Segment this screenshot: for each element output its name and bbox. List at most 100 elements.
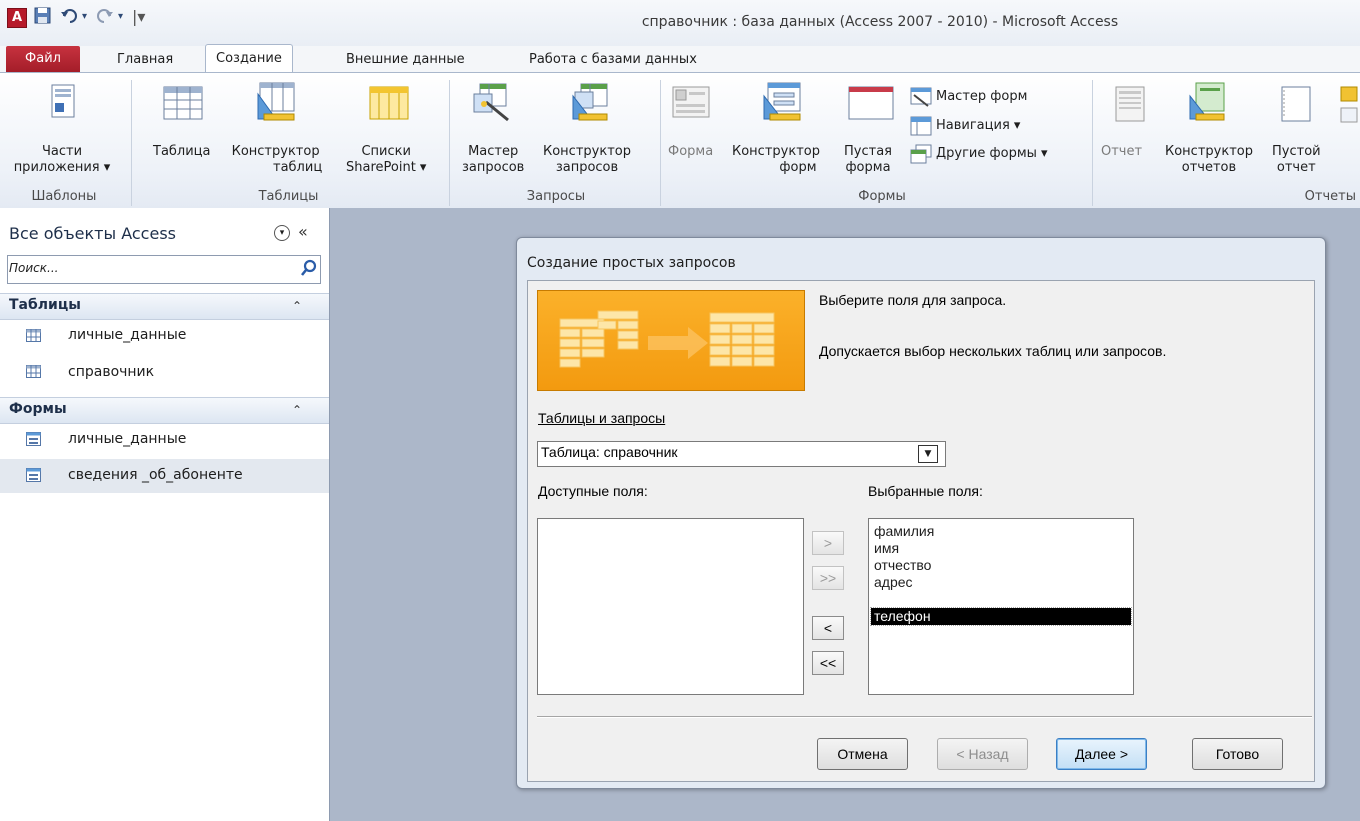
form-designer-icon [762,82,802,126]
app-parts-icon [51,84,77,124]
app-parts-label-2: приложения ▾ [13,160,111,175]
query-designer-label-2: запросов [555,160,619,175]
tab-database-tools[interactable]: Работа с базами данных [519,47,707,72]
table-button[interactable]: Таблица [153,144,211,160]
nav-group-forms-label: Формы [9,401,67,417]
move-all-left-button[interactable]: << [812,651,844,675]
group-label-forms: Формы [858,189,906,204]
available-fields-label: Доступные поля: [538,483,648,499]
finish-button[interactable]: Готово [1192,738,1283,770]
table-designer-label-1: Конструктор [231,144,320,159]
chevron-up-icon[interactable]: ⌃ [292,299,302,313]
selected-field-item[interactable]: имя [871,540,1131,557]
tab-home[interactable]: Главная [107,47,183,72]
query-wizard-label-2: запросов [462,160,525,175]
form-icon [672,86,710,122]
move-one-right-button[interactable]: > [812,531,844,555]
group-separator [131,80,132,206]
tables-queries-value: Таблица: справочник [541,444,678,460]
window-title: справочник : база данных (Access 2007 - … [641,14,1119,30]
blank-report-icon [1281,86,1311,126]
form-button-label: Форма [668,144,714,159]
nav-group-tables-label: Таблицы [9,297,81,313]
navigation-button[interactable]: Навигация ▾ [910,116,1020,136]
chevron-up-icon[interactable]: ⌃ [292,403,302,417]
report-designer-button[interactable]: Конструктор отчетов [1165,144,1253,176]
report-extra-icon[interactable] [1340,86,1358,130]
blank-report-label-1: Пустой [1272,144,1321,159]
instruction-text-2: Допускается выбор нескольких таблиц или … [819,343,1167,359]
search-icon[interactable] [299,258,319,278]
report-designer-label-2: отчетов [1181,160,1237,175]
form-wizard-button[interactable]: Мастер форм [910,87,1027,107]
tables-queries-label: Таблицы и запросы [538,410,666,426]
table-designer-button[interactable]: Конструктор таблиц [229,144,323,176]
table-designer-label-2: таблиц [273,160,323,175]
query-designer-label-1: Конструктор [543,144,631,159]
available-fields-list[interactable] [537,518,804,695]
nav-item-label: справочник [68,364,155,380]
nav-item-table-spravochnik[interactable] [0,356,329,390]
tab-external-data[interactable]: Внешние данные [336,47,475,72]
nav-search-input[interactable] [9,257,289,279]
navigation-label: Навигация ▾ [936,118,1021,133]
selected-field-item[interactable]: фамилия [871,523,1131,540]
group-label-queries: Запросы [526,189,586,204]
nav-item-label: сведения _об_абоненте [68,467,243,483]
nav-item-label: личные_данные [68,431,187,447]
other-forms-label: Другие формы ▾ [936,146,1048,161]
blank-form-label-1: Пустая [844,144,892,159]
back-button[interactable]: < Назад [937,738,1028,770]
group-label-templates: Шаблоны [31,189,97,204]
form-designer-label-2: форм [779,160,817,175]
tab-create[interactable]: Создание [205,44,293,74]
query-designer-icon [571,82,611,126]
other-forms-icon [910,144,932,164]
table-designer-icon [256,82,296,126]
sharepoint-lists-label-1: Списки [361,144,411,159]
move-one-left-button[interactable]: < [812,616,844,640]
tab-file[interactable]: Файл [6,46,80,72]
query-wizard-icon [472,82,512,126]
report-button-label: Отчет [1101,144,1143,159]
blank-form-button[interactable]: Пустая форма [844,144,892,176]
sharepoint-lists-button[interactable]: Списки SharePoint ▾ [346,144,426,176]
sharepoint-lists-label-2: SharePoint ▾ [346,160,427,175]
other-forms-button[interactable]: Другие формы ▾ [910,144,1048,164]
chevron-down-icon[interactable]: ▾ [274,225,290,241]
form-button[interactable]: Форма [668,144,713,160]
table-icon [26,365,41,382]
query-wizard-button[interactable]: Мастер запросов [462,144,524,176]
blank-report-label-2: отчет [1276,160,1316,175]
group-separator [1092,80,1093,206]
selected-field-item[interactable]: отчество [871,557,1131,574]
wizard-illustration [537,290,805,391]
table-button-label: Таблица [153,144,211,159]
report-designer-label-1: Конструктор [1165,144,1253,159]
nav-item-label: личные_данные [68,327,187,343]
query-designer-button[interactable]: Конструктор запросов [543,144,631,176]
group-separator [449,80,450,206]
next-button[interactable]: Далее > [1056,738,1147,770]
report-icon [1115,86,1145,126]
group-separator [660,80,661,206]
move-all-right-button[interactable]: >> [812,566,844,590]
form-icon [26,468,41,486]
instruction-text-1: Выберите поля для запроса. [819,292,1007,308]
blank-form-label-2: форма [845,160,891,175]
dialog-title: Создание простых запросов [527,255,736,271]
form-wizard-label: Мастер форм [936,89,1028,104]
navigation-icon [910,116,932,136]
app-parts-button[interactable]: Части приложения ▾ [0,144,124,176]
dropdown-arrow-icon[interactable]: ▼ [918,445,938,463]
collapse-pane-icon[interactable]: « [298,222,308,241]
report-designer-icon [1188,82,1228,126]
selected-field-item[interactable]: адрес [871,574,1131,591]
group-label-reports: Отчеты [1304,189,1356,204]
cancel-button[interactable]: Отмена [817,738,908,770]
nav-pane-title[interactable]: Все объекты Access [9,224,176,243]
selected-field-item-highlighted[interactable]: телефон [870,607,1132,626]
blank-report-button[interactable]: Пустой отчет [1272,144,1321,176]
form-designer-button[interactable]: Конструктор форм [732,144,820,176]
report-button[interactable]: Отчет [1101,144,1142,160]
